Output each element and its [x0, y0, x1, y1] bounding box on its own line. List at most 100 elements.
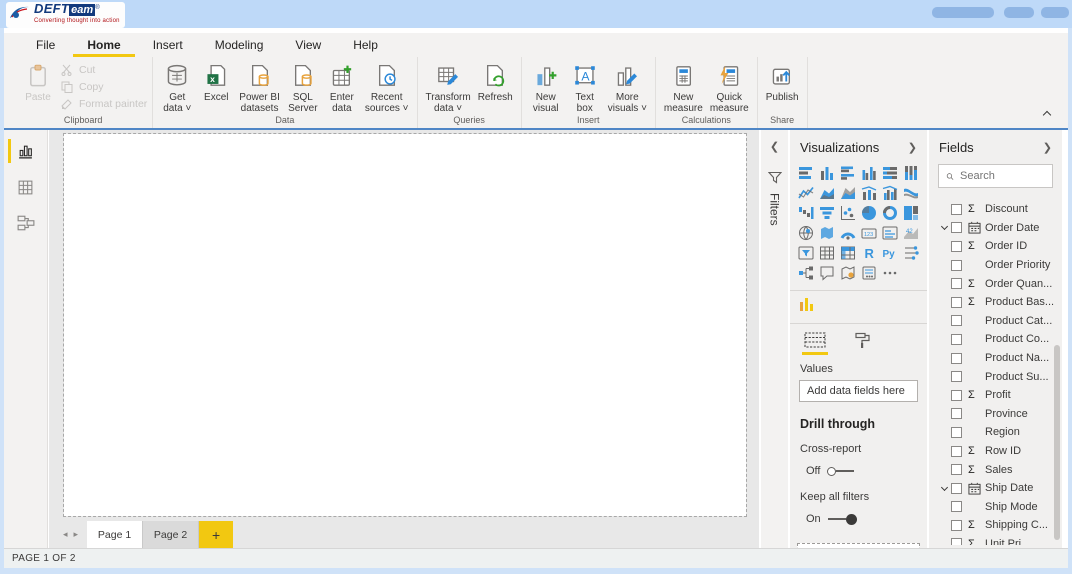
- filters-pane-label[interactable]: Filters: [768, 193, 782, 226]
- viz-icon-line-chart[interactable]: [797, 184, 816, 202]
- field-checkbox[interactable]: [951, 353, 962, 364]
- viz-icon-100-stacked-bar-chart[interactable]: [880, 164, 899, 182]
- paste-button[interactable]: Paste: [19, 60, 57, 103]
- viz-icon-stacked-column-chart[interactable]: [818, 164, 837, 182]
- transform-data-button[interactable]: Transform data ˅: [423, 60, 474, 114]
- field-row-region[interactable]: Region: [929, 423, 1062, 442]
- collapse-visualizations-chevron[interactable]: ❯: [908, 141, 917, 154]
- field-checkbox[interactable]: [951, 371, 962, 382]
- field-checkbox[interactable]: [951, 464, 962, 475]
- field-row-product-su[interactable]: Product Su...: [929, 367, 1062, 386]
- tab-fields[interactable]: [802, 332, 828, 356]
- field-checkbox[interactable]: [951, 222, 962, 233]
- data-view-button[interactable]: [4, 172, 47, 202]
- menu-view[interactable]: View: [281, 35, 335, 57]
- fields-search-input[interactable]: [960, 170, 1045, 182]
- viz-icon-stacked-area-chart[interactable]: [839, 184, 858, 202]
- new-measure-button[interactable]: New measure: [661, 60, 706, 114]
- new-page-button[interactable]: +: [199, 521, 233, 548]
- enter-data-button[interactable]: Enter data: [323, 60, 361, 114]
- menu-home[interactable]: Home: [73, 35, 134, 57]
- collapse-ribbon-button[interactable]: [1040, 108, 1054, 120]
- fields-scrollbar-thumb[interactable]: [1054, 345, 1060, 540]
- prev-page-arrow[interactable]: ◂: [63, 529, 68, 540]
- viz-icon-key-influencers[interactable]: [901, 244, 920, 262]
- viz-icon-arcgis-map[interactable]: [839, 264, 858, 282]
- report-page-canvas[interactable]: [64, 134, 746, 516]
- expand-filters-chevron[interactable]: ❮: [770, 130, 779, 171]
- viz-icon-paginated-report[interactable]: [859, 264, 878, 282]
- field-checkbox[interactable]: [951, 427, 962, 438]
- collapse-fields-chevron[interactable]: ❯: [1043, 141, 1052, 154]
- menu-modeling[interactable]: Modeling: [201, 35, 278, 57]
- next-page-arrow[interactable]: ▸: [74, 529, 79, 540]
- get-data-button[interactable]: Get data ˅: [158, 60, 196, 114]
- values-field-well[interactable]: Add data fields here: [799, 380, 918, 402]
- menu-file[interactable]: File: [22, 35, 69, 57]
- viz-icon-donut-chart[interactable]: [880, 204, 899, 222]
- field-checkbox[interactable]: [951, 483, 962, 494]
- expand-chevron-icon[interactable]: [941, 223, 948, 230]
- report-view-button[interactable]: [4, 136, 47, 166]
- page-tab-2[interactable]: Page 2: [143, 521, 199, 548]
- sql-server-button[interactable]: SQL Server: [284, 60, 322, 114]
- field-row-order-quan[interactable]: ΣOrder Quan...: [929, 274, 1062, 293]
- field-checkbox[interactable]: [951, 297, 962, 308]
- field-row-order-id[interactable]: ΣOrder ID: [929, 237, 1062, 256]
- viz-icon-slicer[interactable]: [797, 244, 816, 262]
- refresh-button[interactable]: Refresh: [475, 60, 516, 103]
- field-row-product-cat[interactable]: Product Cat...: [929, 312, 1062, 331]
- viz-icon-clustered-bar-chart[interactable]: [839, 164, 858, 182]
- drill-through-field-well[interactable]: Add drill-through fields here: [797, 543, 920, 548]
- field-checkbox[interactable]: [951, 241, 962, 252]
- fields-search-box[interactable]: [938, 164, 1053, 188]
- powerbi-datasets-button[interactable]: Power BI datasets: [236, 60, 283, 114]
- viz-icon-decomposition-tree[interactable]: [797, 264, 816, 282]
- viz-icon-pie-chart[interactable]: [859, 204, 878, 222]
- cross-report-toggle[interactable]: [827, 467, 854, 476]
- field-row-unit-pri[interactable]: ΣUnit Pri...: [929, 535, 1062, 545]
- viz-icon-table[interactable]: [818, 244, 837, 262]
- field-row-discount[interactable]: ΣDiscount: [929, 200, 1062, 219]
- field-row-order-priority[interactable]: Order Priority: [929, 256, 1062, 275]
- viz-icon-filled-map[interactable]: [818, 224, 837, 242]
- field-row-province[interactable]: Province: [929, 405, 1062, 424]
- format-painter-button[interactable]: Format painter: [60, 96, 147, 111]
- field-row-product-na[interactable]: Product Na...: [929, 349, 1062, 368]
- field-row-product-co[interactable]: Product Co...: [929, 330, 1062, 349]
- tab-format[interactable]: [850, 332, 876, 356]
- field-row-sales[interactable]: ΣSales: [929, 460, 1062, 479]
- field-row-order-date[interactable]: Order Date: [929, 219, 1062, 238]
- field-row-shipping-c[interactable]: ΣShipping C...: [929, 516, 1062, 535]
- field-checkbox[interactable]: [951, 390, 962, 401]
- field-checkbox[interactable]: [951, 334, 962, 345]
- viz-icon-treemap[interactable]: [901, 204, 920, 222]
- field-checkbox[interactable]: [951, 501, 962, 512]
- menu-help[interactable]: Help: [339, 35, 392, 57]
- viz-icon-clustered-column-chart[interactable]: [859, 164, 878, 182]
- field-checkbox[interactable]: [951, 260, 962, 271]
- viz-icon-area-chart[interactable]: [818, 184, 837, 202]
- keep-all-filters-toggle[interactable]: [828, 514, 857, 525]
- quick-measure-button[interactable]: Quick measure: [707, 60, 752, 114]
- viz-icon-card[interactable]: 123: [859, 224, 878, 242]
- recent-sources-button[interactable]: Recent sources ˅: [362, 60, 412, 114]
- viz-icon-100-stacked-column-chart[interactable]: [901, 164, 920, 182]
- field-row-ship-date[interactable]: Ship Date: [929, 479, 1062, 498]
- field-checkbox[interactable]: [951, 520, 962, 531]
- field-checkbox[interactable]: [951, 315, 962, 326]
- new-visual-button[interactable]: New visual: [527, 60, 565, 114]
- menu-insert[interactable]: Insert: [139, 35, 197, 57]
- copy-button[interactable]: Copy: [60, 79, 147, 94]
- field-checkbox[interactable]: [951, 538, 962, 545]
- field-row-row-id[interactable]: ΣRow ID: [929, 442, 1062, 461]
- viz-icon-more-options[interactable]: [880, 264, 899, 282]
- viz-icon-stacked-bar-chart[interactable]: [797, 164, 816, 182]
- viz-icon-kpi[interactable]: 42: [901, 224, 920, 242]
- field-checkbox[interactable]: [951, 446, 962, 457]
- viz-icon-line-and-clustered-column-chart[interactable]: [880, 184, 899, 202]
- model-view-button[interactable]: [4, 208, 47, 238]
- viz-icon-funnel-chart[interactable]: [818, 204, 837, 222]
- viz-icon-qa-visual[interactable]: [818, 264, 837, 282]
- viz-icon-gauge[interactable]: [839, 224, 858, 242]
